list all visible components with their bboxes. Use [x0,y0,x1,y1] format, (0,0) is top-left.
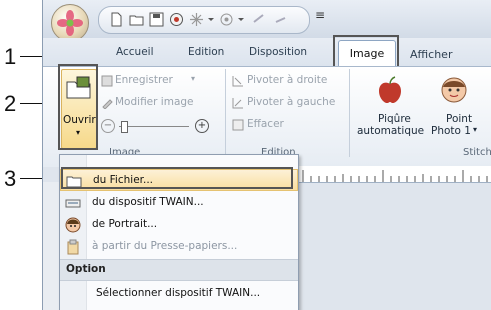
erase-icon [232,119,244,131]
redo-icon[interactable] [273,12,288,27]
stitch-icon[interactable] [169,12,184,27]
new-file-icon[interactable] [109,12,124,27]
menu-item-label: de Portrait... [92,218,158,230]
callout-1: 1 [4,44,17,69]
tab-afficher[interactable]: Afficher [410,48,452,61]
apple-icon [379,76,401,103]
slider-track [119,126,189,127]
menu-item-selectionner-twain[interactable]: Sélectionner dispositif TWAIN... [60,283,298,305]
options-icon[interactable] [219,12,234,27]
group-divider [349,69,350,157]
callout-2-frame [58,64,98,150]
pivoter-droite-button[interactable]: Pivoter à droite [247,74,327,86]
piqure-label[interactable]: Piqûre [378,113,411,125]
quick-access-toolbar [98,6,310,34]
photo1-dropdown-icon[interactable]: ▾ [473,125,477,134]
group-label-stitch: Stitch [463,147,491,158]
sparkle-icon[interactable] [189,12,204,27]
modify-image-icon [102,99,113,109]
pivoter-gauche-button[interactable]: Pivoter à gauche [247,96,335,108]
menu-item-label: Sélectionner dispositif TWAIN... [96,287,261,299]
photo-face-icon [441,77,467,103]
ribbon-panel: Ouvrir ▾ Enregistrer ▾ Modifier image − … [43,66,491,167]
point-label[interactable]: Point [446,113,472,125]
menu-item-portrait[interactable]: de Portrait... [60,214,298,236]
open-folder-icon[interactable] [129,12,144,27]
customize-qat-icon[interactable]: ≡ [315,8,325,22]
scanner-icon [65,199,81,208]
title-bar: ≡ [43,0,491,42]
dropdown-arrow-icon[interactable] [237,12,245,27]
enregistrer-button[interactable]: Enregistrer [115,74,173,86]
tab-accueil[interactable]: Accueil [116,46,154,58]
plus-icon[interactable]: + [195,119,209,133]
slider-thumb[interactable] [121,121,128,133]
callout-3: 3 [4,166,17,191]
enregistrer-dropdown-icon: ▾ [191,74,196,83]
save-icon[interactable] [149,12,164,27]
rotate-left-icon [232,98,243,109]
dropdown-arrow-icon[interactable] [207,12,215,27]
minus-icon[interactable]: − [101,119,115,133]
automatique-label[interactable]: automatique [357,125,424,137]
callout-2: 2 [4,91,17,116]
callout-3-frame [61,167,293,189]
save-image-icon [101,75,113,87]
photo1-label[interactable]: Photo 1 [431,125,471,137]
menu-item-label: du dispositif TWAIN... [92,196,204,208]
tab-edition[interactable]: Edition [188,46,224,58]
menu-item-presse-papiers[interactable]: à partir du Presse-papiers... [60,236,298,258]
clipboard-icon [67,239,79,255]
menu-item-label: à partir du Presse-papiers... [92,240,238,252]
rotate-right-icon [232,76,243,87]
menu-section-option: Option [60,259,298,281]
app-orb-button[interactable] [51,4,89,42]
flower-icon [57,10,83,36]
menu-item-twain[interactable]: du dispositif TWAIN... [60,192,298,214]
option-header-label: Option [66,263,106,275]
undo-icon[interactable] [251,12,266,27]
tab-disposition[interactable]: Disposition [249,46,307,58]
callout-1-frame [333,35,399,68]
ribbon-tabs: Accueil Edition Disposition Afficher [43,38,491,66]
application-window: ≡ Accueil Edition Disposition Afficher I… [42,0,491,310]
effacer-button[interactable]: Effacer [247,118,284,130]
group-divider [225,69,226,157]
portrait-icon [65,217,81,233]
modifier-image-button[interactable]: Modifier image [115,96,194,108]
brightness-slider[interactable]: − + [101,119,209,133]
